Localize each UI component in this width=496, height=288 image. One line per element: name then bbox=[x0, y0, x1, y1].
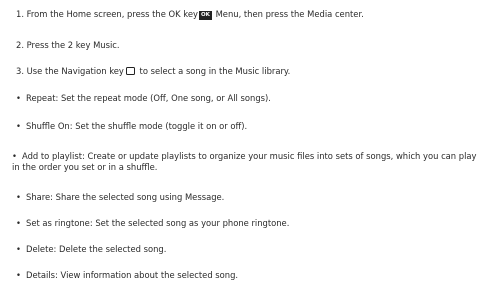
bullet: • bbox=[16, 270, 21, 280]
bullet: • bbox=[16, 218, 21, 228]
option-shuffle: • Shuffle On: Set the shuffle mode (toggl… bbox=[16, 121, 247, 132]
step-1-text-end: Menu, then press the Media center. bbox=[212, 9, 364, 19]
step-3: 3. Use the Navigation key to select a so… bbox=[16, 66, 290, 77]
navigation-key-icon bbox=[125, 67, 135, 75]
step-1-text: 1. From the Home screen, press the OK ke… bbox=[16, 9, 198, 19]
bullet: • bbox=[16, 192, 21, 202]
step-2-text: 2. Press the 2 key Music. bbox=[16, 40, 120, 50]
bullet: • bbox=[12, 151, 17, 161]
step-3-text-end: to select a song in the Music library. bbox=[136, 66, 291, 76]
option-details: • Details: View information about the sel… bbox=[16, 270, 238, 281]
bullet: • bbox=[16, 93, 21, 103]
option-text: Shuffle On: Set the shuffle mode (toggle… bbox=[26, 121, 248, 131]
option-text: Share: Share the selected song using Mes… bbox=[26, 192, 225, 202]
bullet: • bbox=[16, 121, 21, 131]
option-text: Delete: Delete the selected song. bbox=[26, 244, 167, 254]
option-set-as-ringtone: • Set as ringtone: Set the selected song … bbox=[16, 218, 289, 229]
option-repeat: • Repeat: Set the repeat mode (Off, One s… bbox=[16, 93, 271, 104]
step-1: 1. From the Home screen, press the OK ke… bbox=[16, 9, 364, 20]
option-delete: • Delete: Delete the selected song. bbox=[16, 244, 166, 255]
option-text: Repeat: Set the repeat mode (Off, One so… bbox=[26, 93, 271, 103]
option-share: • Share: Share the selected song using Me… bbox=[16, 192, 224, 203]
step-3-text: 3. Use the Navigation key bbox=[16, 66, 124, 76]
option-text: Set as ringtone: Set the selected song a… bbox=[26, 218, 290, 228]
bullet: • bbox=[16, 244, 21, 254]
option-text: Details: View information about the sele… bbox=[26, 270, 239, 280]
option-add-to-playlist: • Add to playlist: Create or update playl… bbox=[12, 151, 482, 173]
step-2: 2. Press the 2 key Music. bbox=[16, 40, 120, 51]
ok-key-icon: OK bbox=[198, 11, 212, 20]
option-text: Add to playlist: Create or update playli… bbox=[12, 151, 477, 172]
